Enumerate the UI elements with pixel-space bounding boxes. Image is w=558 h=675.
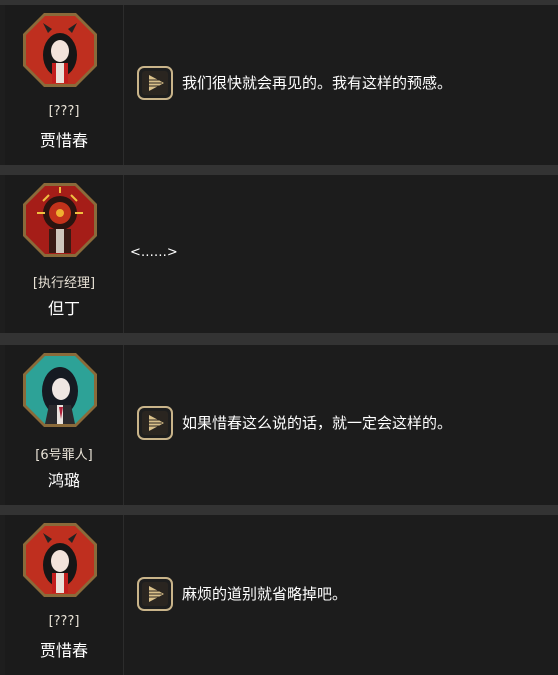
play-icon (137, 66, 173, 100)
speaker-title: [???] (48, 104, 80, 119)
speaker-name: 鸿璐 (47, 471, 80, 490)
dialogue-text: <……> (130, 245, 178, 260)
text-column (124, 175, 558, 333)
speaker-name: 贾惜春 (39, 131, 88, 150)
jia-xichun-portrait (21, 11, 99, 89)
divider (0, 333, 558, 345)
play-icon (137, 406, 173, 440)
speaker-title: [6号罪人] (35, 448, 93, 463)
play-voice-button[interactable] (137, 406, 173, 440)
speaker-title: [执行经理] (32, 276, 96, 291)
play-voice-button[interactable] (137, 66, 173, 100)
dialogue-entry: [???] 贾惜春 我们很快就会再见的。我有这样的预感。 (0, 5, 558, 165)
dialogue-entry: [6号罪人] 鸿璐 如果惜春这么说的话，就一定会这样的。 (0, 345, 558, 505)
speaker-title: [???] (48, 614, 80, 629)
play-voice-button[interactable] (137, 577, 173, 611)
dialogue-text: 如果惜春这么说的话，就一定会这样的。 (182, 414, 453, 432)
dialogue-entry: [???] 贾惜春 麻烦的道别就省略掉吧。 (0, 515, 558, 675)
dante-portrait (21, 181, 99, 259)
dialogue-entry: [执行经理] 但丁 <……> (0, 175, 558, 333)
hongluo-portrait (21, 351, 99, 429)
jia-xichun-portrait (21, 521, 99, 599)
dialogue-log: [???] 贾惜春 我们很快就会再见的。我有这样的预感。 [执行经理] 但丁 <… (0, 0, 558, 675)
divider (0, 505, 558, 515)
speaker-name: 但丁 (47, 299, 80, 318)
dialogue-text: 麻烦的道别就省略掉吧。 (182, 585, 348, 603)
play-icon (137, 577, 173, 611)
speaker-name: 贾惜春 (39, 641, 88, 660)
divider (0, 165, 558, 175)
dialogue-text: 我们很快就会再见的。我有这样的预感。 (182, 74, 453, 92)
